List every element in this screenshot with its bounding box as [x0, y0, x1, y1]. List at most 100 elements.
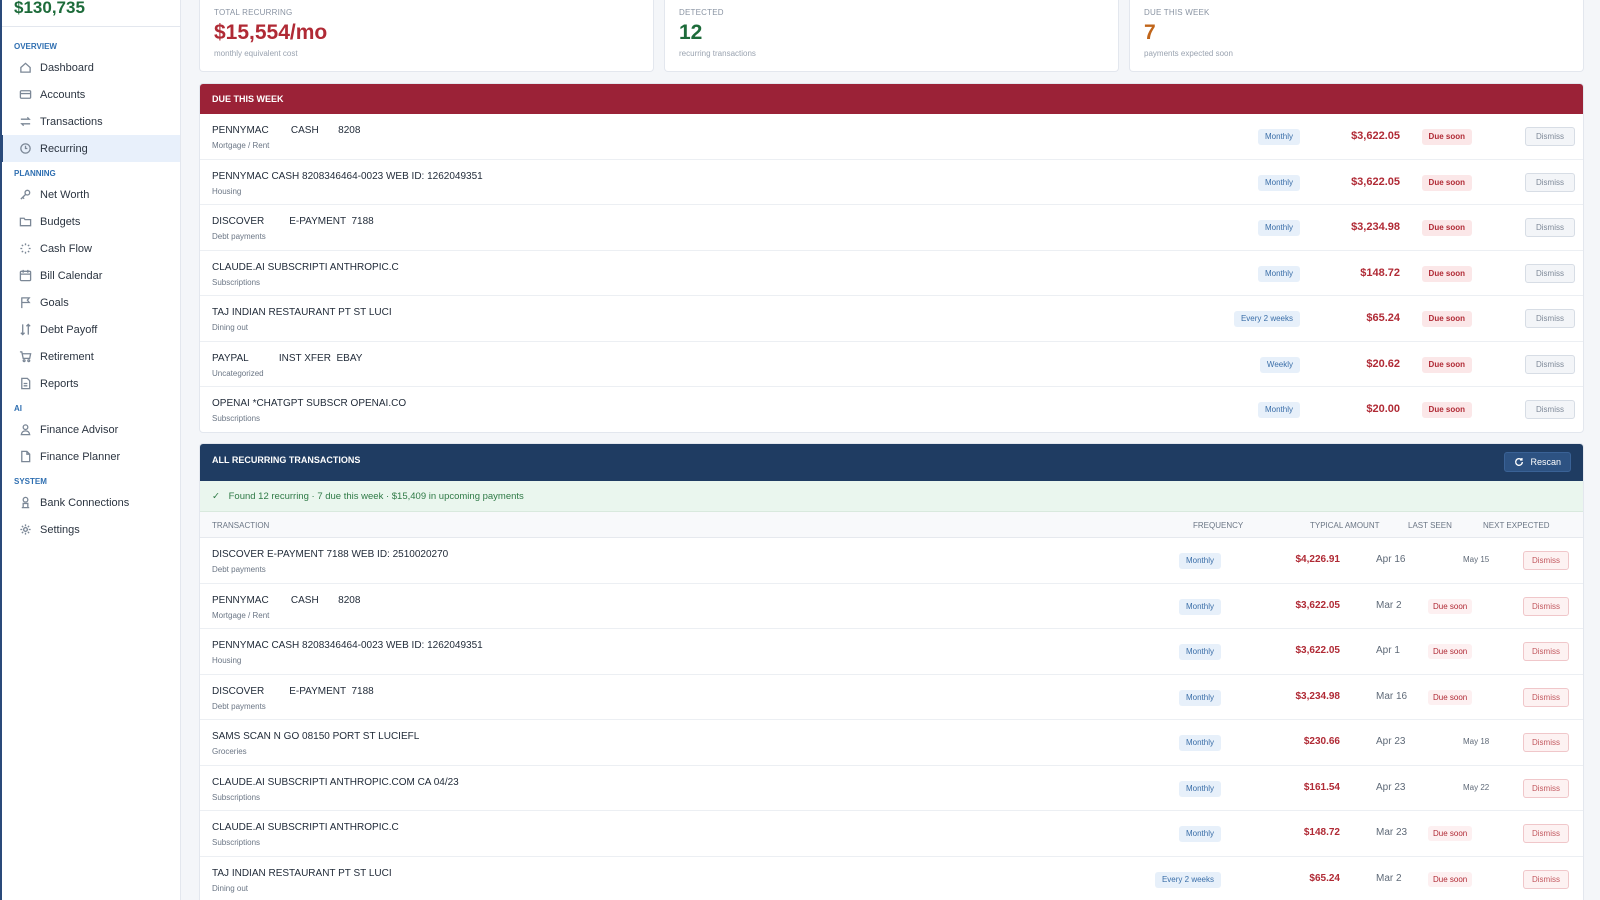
dismiss-button[interactable]: Dismiss [1523, 551, 1569, 570]
frequency-badge: Monthly [1257, 174, 1300, 191]
sidebar-item-transactions[interactable]: Transactions [2, 108, 180, 135]
dismiss-button[interactable]: Dismiss [1523, 824, 1569, 843]
transaction-category: Debt payments [212, 701, 266, 711]
next-expected-badge: Due soon [1428, 598, 1473, 614]
transaction-category: Subscriptions [212, 414, 261, 423]
sidebar-item-label: Net Worth [40, 188, 90, 201]
due-row: PENNYMAC CASH 8208 Mortgage / Rent Monthly… [200, 114, 1583, 160]
sidebar-item-net-worth[interactable]: Net Worth [2, 181, 180, 208]
dismiss-button[interactable]: Dismiss [1523, 733, 1569, 752]
table-row: PENNYMAC CASH 8208346464-0023 WEB ID: 12… [200, 629, 1583, 675]
nav-section-label: SYSTEM [14, 477, 47, 486]
due-row: DISCOVER E-PAYMENT 7188 Debt payments Mont… [200, 205, 1583, 251]
col-typical-amount: TYPICAL AMOUNT [1310, 521, 1380, 530]
amount-value: $20.00 [1366, 403, 1400, 415]
dismiss-button[interactable]: Dismiss [1525, 127, 1575, 146]
dismiss-button[interactable]: Dismiss [1523, 687, 1569, 707]
transaction-name: CLAUDE.AI SUBSCRIPTI ANTHROPIC.COM CA 04… [212, 776, 459, 788]
sidebar-item-bank-connections[interactable]: Bank Connections [2, 489, 180, 516]
table-header: TRANSACTION FREQUENCY TYPICAL AMOUNT LAS… [200, 512, 1583, 538]
amount-value: $3,234.98 [1351, 221, 1400, 233]
due-row: PENNYMAC CASH 8208346464-0023 WEB ID: 12… [200, 160, 1583, 205]
transaction-name: PENNYMAC CASH 8208346464-0023 WEB ID: 12… [212, 640, 483, 651]
folder-icon [18, 215, 32, 229]
sidebar-item-cash-flow[interactable]: Cash Flow [2, 235, 180, 262]
calendar-icon [18, 269, 32, 283]
frequency-badge: Monthly [1178, 826, 1221, 842]
dismiss-button[interactable]: Dismiss [1523, 869, 1569, 889]
table-row: DISCOVER E-PAYMENT 7188 Debt payments Mont… [200, 675, 1583, 720]
net-worth-total: $130,735 [2, 0, 180, 27]
detected-value: 12 [679, 21, 703, 44]
page-scrollbar[interactable] [1591, 0, 1600, 900]
due-soon-badge: Due soon [1421, 129, 1472, 145]
dismiss-button[interactable]: Dismiss [1525, 400, 1575, 419]
transaction-category: Subscriptions [212, 792, 261, 802]
dismiss-button[interactable]: Dismiss [1525, 354, 1575, 374]
nav-section-label: OVERVIEW [14, 42, 57, 51]
last-seen-date: Mar 2 [1376, 872, 1402, 884]
sidebar-item-settings[interactable]: Settings [2, 516, 180, 543]
rescan-button[interactable]: Rescan [1504, 452, 1571, 472]
nav-section-label: PLANNING [14, 169, 56, 178]
dismiss-button[interactable]: Dismiss [1525, 309, 1575, 328]
sidebar-item-label: Bank Connections [40, 496, 130, 509]
refresh-icon [1515, 458, 1524, 466]
sidebar-item-debt-payoff[interactable]: Debt Payoff [2, 316, 180, 343]
dismiss-button[interactable]: Dismiss [1525, 172, 1575, 192]
sidebar-item-goals[interactable]: Goals [2, 289, 180, 316]
sidebar-item-accounts[interactable]: Accounts [2, 81, 180, 108]
sidebar-item-finance-planner[interactable]: Finance Planner [2, 443, 180, 470]
sidebar-item-recurring[interactable]: Recurring [0, 135, 180, 162]
transaction-category: Housing [212, 656, 242, 665]
transaction-category: Mortgage / Rent [212, 610, 270, 620]
transaction-name: OPENAI *CHATGPT SUBSCR OPENAI.CO [212, 398, 407, 409]
all-recurring-header: ALL RECURRING TRANSACTIONS Rescan [200, 444, 1583, 481]
sidebar-item-bill-calendar[interactable]: Bill Calendar [2, 262, 180, 289]
next-expected-badge: Due soon [1428, 689, 1473, 705]
due-soon-badge: Due soon [1421, 356, 1472, 373]
flag-icon [18, 296, 32, 310]
frequency-badge: Monthly [1257, 265, 1300, 282]
last-seen-date: Apr 23 [1376, 781, 1406, 793]
sidebar-item-reports[interactable]: Reports [2, 370, 180, 397]
rescan-label: Rescan [1530, 457, 1561, 467]
transaction-category: Uncategorized [212, 368, 264, 378]
col-last-seen: LAST SEEN [1408, 521, 1452, 530]
home-icon [18, 61, 32, 75]
dismiss-button[interactable]: Dismiss [1523, 642, 1569, 661]
amount-value: $3,622.05 [1351, 130, 1400, 142]
arrows-icon [18, 115, 32, 129]
transaction-category: Debt payments [212, 565, 266, 574]
transaction-name: DISCOVER E-PAYMENT 7188 WEB ID: 25100202… [212, 549, 449, 560]
card-subtitle: monthly equivalent cost [214, 49, 298, 58]
transaction-name: PENNYMAC CASH 8208 [212, 125, 361, 136]
total-recurring-value: $15,554/mo [214, 21, 328, 44]
table-row: SAMS SCAN N GO 08150 PORT ST LUCIEFL Groc… [200, 720, 1583, 766]
report-icon [18, 377, 32, 391]
amount-value: $3,622.05 [1351, 175, 1400, 188]
frequency-badge: Weekly [1259, 356, 1300, 373]
sidebar-item-budgets[interactable]: Budgets [2, 208, 180, 235]
frequency-badge: Monthly [1257, 129, 1300, 145]
typical-amount: $230.66 [1303, 736, 1340, 747]
sidebar-item-label: Transactions [40, 115, 103, 128]
card-subtitle: recurring transactions [679, 49, 756, 58]
sidebar-item-finance-advisor[interactable]: Finance Advisor [2, 416, 180, 443]
amount-value: $20.62 [1366, 357, 1400, 370]
sidebar-item-label: Finance Planner [40, 450, 121, 463]
card-label: DETECTED [679, 8, 724, 17]
dismiss-button[interactable]: Dismiss [1523, 778, 1569, 798]
sidebar-item-retirement[interactable]: Retirement [2, 343, 180, 370]
frequency-badge: Every 2 weeks [1154, 871, 1221, 888]
due-this-week-card: DUE THIS WEEK 7 payments expected soon [1129, 0, 1584, 72]
sidebar-item-label: Debt Payoff [40, 323, 98, 336]
dismiss-button[interactable]: Dismiss [1525, 263, 1575, 283]
dismiss-button[interactable]: Dismiss [1523, 596, 1569, 616]
detected-card: DETECTED 12 recurring transactions [664, 0, 1119, 72]
due-this-week-header: DUE THIS WEEK [200, 84, 1583, 114]
sidebar-item-dashboard[interactable]: Dashboard [2, 54, 180, 81]
recurring-table-body: DISCOVER E-PAYMENT 7188 WEB ID: 25100202… [200, 538, 1583, 900]
dismiss-button[interactable]: Dismiss [1525, 218, 1575, 237]
transaction-category: Mortgage / Rent [212, 141, 270, 150]
